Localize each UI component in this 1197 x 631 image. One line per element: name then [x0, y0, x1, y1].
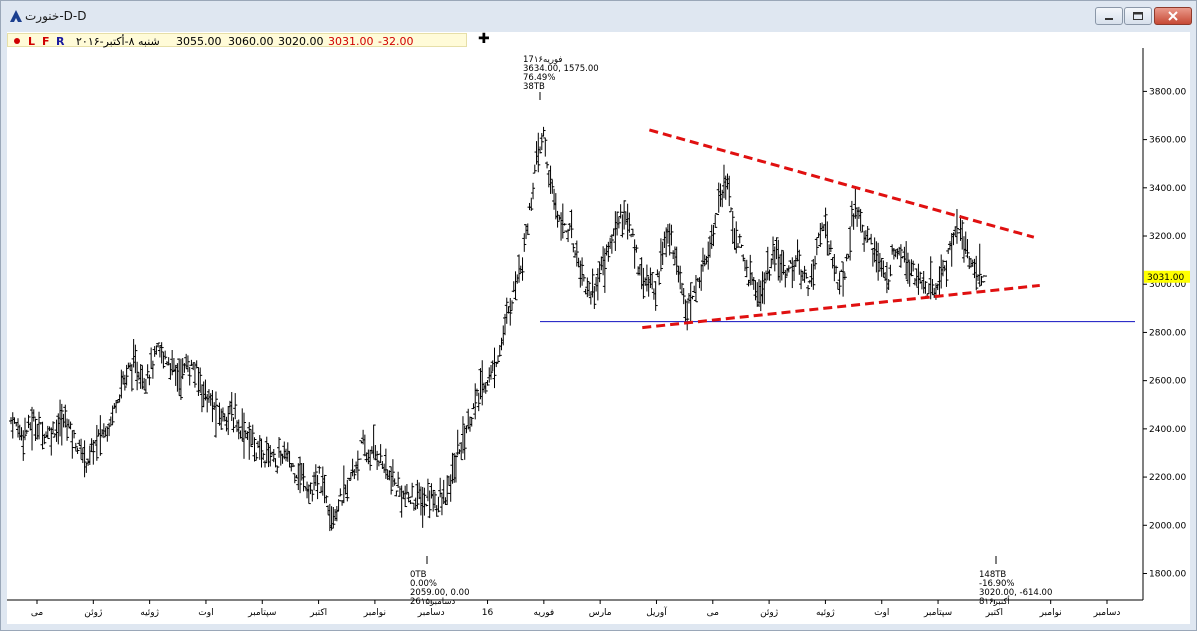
add-icon[interactable]: ✚ [478, 31, 490, 47]
x-tick-label: فوریه [534, 608, 555, 618]
annotation-text: 8أکتبر۱۶ [979, 595, 1010, 607]
quote-date: شنبه ۸-أکتبر-۲۰۱۶ [76, 35, 160, 48]
quote-strip: L F R شنبه ۸-أکتبر-۲۰۱۶ 3055.00 3060.00 … [7, 33, 467, 48]
x-tick-label: نوامبر [363, 608, 386, 618]
window-title: خنورت-D-D [25, 9, 87, 23]
info-bar: L F R شنبه ۸-أکتبر-۲۰۱۶ 3055.00 3060.00 … [7, 31, 1190, 48]
y-tick-label: 2400.00 [1149, 425, 1186, 435]
quote-high: 3060.00 [228, 35, 274, 48]
x-tick-label: اوت [198, 608, 213, 618]
maximize-button[interactable] [1124, 7, 1152, 25]
x-tick-label: ژوئیه [816, 608, 835, 618]
y-tick-label: 2600.00 [1149, 377, 1186, 387]
close-icon [1168, 11, 1178, 21]
quote-low: 3020.00 [278, 35, 324, 48]
y-tick-label: 1800.00 [1149, 569, 1186, 579]
x-tick-label: می [707, 608, 720, 618]
price-bars [9, 126, 987, 532]
annotation-text: 38TB [523, 82, 545, 92]
quote-change: -32.00 [378, 35, 414, 48]
y-tick-label: 2800.00 [1149, 328, 1186, 338]
y-tick-label: 3800.00 [1149, 87, 1186, 97]
x-tick-label: آوریل [646, 606, 667, 618]
status-dot-icon [14, 38, 20, 44]
maximize-icon [1133, 12, 1143, 20]
x-tick-label: دسامبر [1093, 608, 1121, 618]
x-tick-label: 16 [482, 608, 494, 618]
minimize-button[interactable] [1095, 7, 1123, 25]
x-tick-label: نوامبر [1039, 608, 1062, 618]
title-bar[interactable]: خنورت-D-D [1, 1, 1196, 31]
quote-open: 3055.00 [176, 35, 222, 48]
x-tick-label: می [31, 608, 44, 618]
app-logo-icon [10, 10, 22, 22]
x-tick-label: اوت [874, 608, 889, 618]
resistance-trendline [648, 128, 1035, 239]
toolbar-button-r[interactable]: R [56, 35, 64, 48]
x-tick-label: مارس [589, 608, 612, 618]
y-tick-label: 3600.00 [1149, 136, 1186, 146]
chart-window: خنورت-D-D L F R شنبه ۸-أکتبر-۲۰۱۶ 3055.0… [0, 0, 1197, 631]
x-tick-label: اکتبر [985, 608, 1003, 618]
x-tick-label: سپتامبر [923, 608, 952, 618]
y-tick-label: 2200.00 [1149, 473, 1186, 483]
x-tick-label: سپتامبر [247, 608, 276, 618]
x-tick-label: ژوئیه [140, 608, 159, 618]
x-tick-label: اکتبر [309, 608, 327, 618]
y-tick-label: 3400.00 [1149, 184, 1186, 194]
y-tick-label: 3200.00 [1149, 232, 1186, 242]
minimize-icon [1105, 18, 1113, 20]
close-button[interactable] [1154, 7, 1192, 25]
last-price-label: 3031.00 [1147, 273, 1184, 283]
chart-area[interactable]: 1800.00 2000.00 2200.00 2400.00 2600.00 2800.… [7, 48, 1190, 624]
price-chart[interactable]: 1800.00 2000.00 2200.00 2400.00 2600.00 2800.… [7, 48, 1190, 624]
x-tick-label: ژوئن [84, 608, 102, 618]
toolbar-button-f[interactable]: F [42, 35, 50, 48]
x-tick-label: دسامبر [417, 608, 445, 618]
quote-close: 3031.00 [328, 35, 374, 48]
annotation-text: 26دسامبر۱۵ [410, 597, 455, 607]
x-tick-label: ژوئن [760, 608, 778, 618]
y-tick-label: 2000.00 [1149, 521, 1186, 531]
toolbar-button-l[interactable]: L [28, 35, 35, 48]
